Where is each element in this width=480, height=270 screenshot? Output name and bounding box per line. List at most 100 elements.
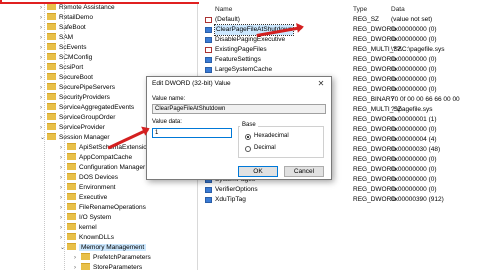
- column-header-type[interactable]: Type: [353, 5, 367, 15]
- cancel-button[interactable]: Cancel: [284, 166, 324, 177]
- chevron-right-icon[interactable]: ›: [40, 43, 46, 53]
- chevron-right-icon[interactable]: ›: [60, 233, 66, 243]
- chevron-right-icon[interactable]: ›: [60, 173, 66, 183]
- tree-item[interactable]: ⌄ Memory Management: [60, 242, 147, 253]
- value-row[interactable]: FeatureSettings REG_DWORD 0x00000000 (0): [199, 55, 480, 65]
- decimal-label[interactable]: Decimal: [254, 145, 276, 151]
- tree-item[interactable]: ⌄ Session Manager: [40, 132, 110, 143]
- value-row[interactable]: LargeSystemCache REG_DWORD 0x00000000 (0): [199, 65, 480, 75]
- chevron-right-icon[interactable]: ›: [74, 253, 80, 263]
- chevron-right-icon[interactable]: ›: [60, 163, 66, 173]
- value-row[interactable]: VerifierOptions REG_DWORD 0x00000000 (0): [199, 185, 480, 195]
- value-row[interactable]: XduTipTag REG_DWORD 0x00000390 (912): [199, 195, 480, 205]
- value-row[interactable]: ClearPageFileAtShutdown REG_DWORD 0x000000…: [199, 24, 480, 36]
- tree-item[interactable]: › ServiceProvider: [40, 122, 105, 133]
- edit-dword-dialog: Edit DWORD (32-bit) Value ✕ Value name: …: [146, 76, 332, 180]
- tree-item[interactable]: › SecurePipeServers: [40, 82, 115, 93]
- value-data: 0x00000000 (0): [391, 56, 437, 63]
- folder-icon: [47, 102, 56, 110]
- folder-icon: [67, 232, 76, 240]
- chevron-right-icon[interactable]: ›: [74, 263, 80, 270]
- folder-icon: [67, 142, 76, 150]
- tree-item[interactable]: › DOS Devices: [60, 172, 118, 183]
- tree-item[interactable]: › Environment: [60, 182, 116, 193]
- chevron-right-icon[interactable]: ›: [40, 33, 46, 43]
- tree-item[interactable]: › SecureBoot: [40, 72, 93, 83]
- tree-item[interactable]: › ApiSetSchemaExtension: [60, 142, 151, 153]
- tree-item[interactable]: › PrefetchParameters: [74, 252, 151, 263]
- folder-icon: [47, 52, 56, 60]
- tree-item[interactable]: › Executive: [60, 192, 107, 203]
- tree-item[interactable]: › KnownDLLs: [60, 232, 115, 243]
- chevron-right-icon[interactable]: ›: [40, 103, 46, 113]
- column-header-data[interactable]: Data: [391, 5, 405, 15]
- chevron-down-icon[interactable]: ⌄: [40, 133, 46, 143]
- chevron-right-icon[interactable]: ›: [40, 23, 46, 33]
- tree-item[interactable]: › ScsiPort: [40, 62, 84, 73]
- value-row[interactable]: ExistingPageFiles REG_MULTI_SZ \??\C:\page…: [199, 45, 480, 55]
- folder-icon: [47, 72, 56, 80]
- hexadecimal-radio[interactable]: [245, 134, 251, 140]
- tree-item[interactable]: › RetailDemo: [40, 12, 93, 23]
- binary-icon: [205, 197, 212, 203]
- ab-icon: [205, 47, 212, 53]
- tree-item[interactable]: › StoreParameters: [74, 262, 142, 270]
- value-data: 0x00000000 (0): [391, 86, 437, 93]
- chevron-right-icon[interactable]: ›: [40, 83, 46, 93]
- tree-item[interactable]: › Configuration Manager: [60, 162, 145, 173]
- value-name: DisablePagingExecutive: [215, 36, 286, 43]
- folder-icon: [67, 192, 76, 200]
- tree-item[interactable]: › ServiceAggregatedEvents: [40, 102, 134, 113]
- value-name: ExistingPageFiles: [215, 46, 267, 53]
- ok-button[interactable]: OK: [238, 166, 278, 177]
- folder-icon: [47, 4, 56, 10]
- base-group: [238, 126, 324, 158]
- tree-item[interactable]: › kernel: [60, 222, 97, 233]
- value-row[interactable]: (Default) REG_SZ (value not set): [199, 15, 480, 25]
- tree-item[interactable]: › I/O System: [60, 212, 111, 223]
- tree-item[interactable]: › SCMConfig: [40, 52, 92, 63]
- tree-item[interactable]: › AppCompatCache: [60, 152, 132, 163]
- chevron-right-icon[interactable]: ›: [60, 223, 66, 233]
- tree-item-label: ServiceProvider: [59, 124, 105, 131]
- tree-item-label: Environment: [79, 184, 116, 191]
- value-type: REG_DWORD: [353, 186, 396, 193]
- tree-item[interactable]: › ServiceGroupOrder: [40, 112, 115, 123]
- chevron-right-icon[interactable]: ›: [60, 193, 66, 203]
- chevron-right-icon[interactable]: ›: [40, 73, 46, 83]
- chevron-right-icon[interactable]: ›: [60, 153, 66, 163]
- tree-item[interactable]: › SecurityProviders: [40, 92, 110, 103]
- binary-icon: [205, 187, 212, 193]
- value-type: REG_DWORD: [353, 196, 396, 203]
- value-data: 70 0f 00 00 66 66 00 00: [391, 96, 460, 103]
- chevron-right-icon[interactable]: ›: [40, 13, 46, 23]
- value-name: XduTipTag: [215, 196, 246, 203]
- decimal-radio[interactable]: [245, 146, 251, 152]
- folder-icon: [67, 212, 76, 220]
- chevron-right-icon[interactable]: ›: [40, 113, 46, 123]
- chevron-right-icon[interactable]: ›: [60, 183, 66, 193]
- value-type: REG_DWORD: [353, 26, 396, 33]
- tree-item[interactable]: › Remote Assistance: [40, 4, 115, 13]
- hexadecimal-label[interactable]: Hexadecimal: [254, 133, 289, 139]
- chevron-right-icon[interactable]: ›: [60, 143, 66, 153]
- tree-item-label: ScsiPort: [59, 64, 84, 71]
- value-row[interactable]: DisablePagingExecutive REG_DWORD 0x0000000…: [199, 35, 480, 45]
- column-header-name[interactable]: Name: [215, 5, 232, 15]
- tree-item-label: KnownDLLs: [79, 234, 115, 241]
- tree-item-label: SAM: [59, 34, 74, 41]
- value-data: (value not set): [391, 16, 433, 23]
- chevron-right-icon[interactable]: ›: [40, 4, 46, 13]
- tree-item[interactable]: › FileRenameOperations: [60, 202, 146, 213]
- chevron-right-icon[interactable]: ›: [40, 63, 46, 73]
- chevron-right-icon[interactable]: ›: [40, 93, 46, 103]
- chevron-right-icon[interactable]: ›: [40, 53, 46, 63]
- value-data-input[interactable]: 1: [152, 128, 232, 138]
- chevron-right-icon[interactable]: ›: [40, 123, 46, 133]
- tree-guide-line: [64, 4, 65, 270]
- chevron-right-icon[interactable]: ›: [60, 203, 66, 213]
- chevron-right-icon[interactable]: ›: [60, 213, 66, 223]
- close-icon[interactable]: ✕: [315, 78, 327, 90]
- tree-item[interactable]: › SafeBoot: [40, 22, 86, 33]
- chevron-down-icon[interactable]: ⌄: [60, 243, 66, 253]
